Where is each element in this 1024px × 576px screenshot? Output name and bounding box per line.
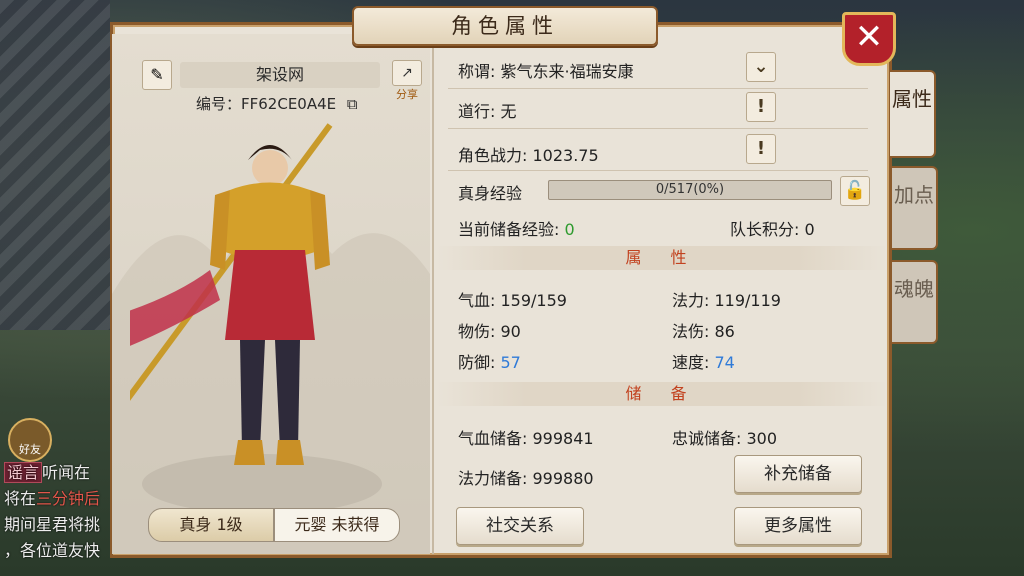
character-id: 编号：FF62CE0A4E (196, 95, 337, 113)
exclamation-icon: ! (756, 138, 766, 159)
divider (448, 128, 868, 129)
tab-label: 魂魄 (894, 277, 934, 301)
character-model (130, 123, 333, 465)
share-button[interactable]: ↗ 分享 (392, 60, 422, 101)
social-relations-button[interactable]: 社交关系 (456, 507, 584, 545)
phys-value: 90 (500, 322, 521, 341)
divider (448, 170, 868, 171)
unlock-icon: 🔓 (843, 180, 867, 201)
magic-value: 86 (714, 322, 735, 341)
pencil-icon: ✎ (150, 65, 164, 84)
loyalty-reserve-value: 300 (746, 429, 778, 448)
xp-progress-bar: 0/517(0%) (548, 180, 832, 200)
tab-label: 真身 1级 (179, 515, 243, 534)
mp-label: 法力: (672, 291, 710, 310)
daoxing-info-button[interactable]: ! (746, 92, 776, 122)
chat-line: ，各位道友快 (4, 541, 101, 560)
captain-label: 队长积分: (730, 220, 800, 239)
phys-row: 物伤: 90 (458, 318, 521, 342)
title-value: 紫气东来·福瑞安康 (500, 62, 634, 81)
reserves-section-title: 储 备 (436, 382, 888, 406)
def-label: 防御: (458, 353, 496, 372)
more-attributes-button[interactable]: 更多属性 (734, 507, 862, 545)
hp-reserve-label: 气血储备: (458, 429, 528, 448)
tab-label: 元婴 未获得 (294, 515, 380, 534)
stored-xp-row: 当前储备经验: 0 (458, 216, 575, 240)
hp-row: 气血: 159/159 (458, 287, 567, 311)
chat-line: 听闻在 (42, 463, 91, 482)
exclamation-icon: ! (756, 96, 766, 117)
window-title: 角色属性 (352, 6, 658, 46)
close-button[interactable]: ✕ (842, 12, 896, 66)
speed-row: 速度: 74 (672, 349, 735, 373)
hp-reserve-row: 气血储备: 999841 (458, 425, 594, 449)
edit-name-button[interactable]: ✎ (142, 60, 172, 90)
magic-row: 法伤: 86 (672, 318, 735, 342)
tab-label: 属性 (892, 87, 932, 111)
tab-soul[interactable]: 魂魄 (892, 260, 938, 344)
character-name: 架设网 (180, 62, 380, 88)
panel-divider (432, 34, 434, 554)
friend-label: 好友 (19, 443, 41, 456)
chat-line: 将在 (4, 489, 37, 508)
title-dropdown-button[interactable]: ⌄ (746, 52, 776, 82)
stored-xp-value: 0 (564, 220, 575, 239)
chat-tag: 谣言 (4, 462, 43, 483)
copy-icon[interactable]: ⧉ (347, 95, 358, 113)
hp-value: 159/159 (500, 291, 567, 310)
refill-reserves-button[interactable]: 补充储备 (734, 455, 862, 493)
share-label: 分享 (396, 88, 418, 101)
tab-yuanying[interactable]: 元婴 未获得 (274, 508, 400, 542)
tab-points[interactable]: 加点 (892, 166, 938, 250)
power-info-button[interactable]: ! (746, 134, 776, 164)
loyalty-reserve-label: 忠诚储备: (672, 429, 742, 448)
share-icon: ↗ (392, 60, 422, 86)
mp-reserve-label: 法力储备: (458, 469, 528, 488)
divider (448, 88, 868, 89)
xp-lock-button[interactable]: 🔓 (840, 176, 870, 206)
xp-label: 真身经验 (458, 184, 523, 203)
tab-label: 加点 (894, 183, 934, 207)
tab-attributes[interactable]: 属性 (890, 70, 936, 158)
def-row: 防御: 57 (458, 349, 521, 373)
def-value: 57 (500, 353, 521, 372)
daoxing-label: 道行: (458, 102, 496, 121)
daoxing-value: 无 (500, 102, 517, 121)
power-row: 角色战力: 1023.75 (458, 142, 599, 166)
title-label: 称谓: (458, 62, 496, 81)
mp-reserve-value: 999880 (532, 469, 594, 488)
xp-progress-text: 0/517(0%) (655, 182, 725, 197)
power-value: 1023.75 (532, 146, 599, 165)
captain-value: 0 (804, 220, 815, 239)
attributes-section-title: 属 性 (436, 246, 888, 270)
speed-label: 速度: (672, 353, 710, 372)
form-tabs: 真身 1级 元婴 未获得 (148, 508, 408, 542)
magic-label: 法伤: (672, 322, 710, 341)
roof-tiles (0, 0, 110, 330)
chevron-down-icon: ⌄ (753, 56, 769, 77)
hp-reserve-value: 999841 (532, 429, 594, 448)
daoxing-row: 道行: 无 (458, 98, 517, 122)
chat-line: 三分钟后 (36, 489, 101, 508)
chat-line: 期间星君将挑 (4, 515, 101, 534)
power-label: 角色战力: (458, 146, 528, 165)
chat-overlay: 谣言 听闻在 将在三分钟后 期间星君将挑 ，各位道友快 (4, 460, 114, 564)
tab-true-body[interactable]: 真身 1级 (148, 508, 274, 542)
phys-label: 物伤: (458, 322, 496, 341)
character-id-row: 编号：FF62CE0A4E ⧉ (196, 93, 358, 114)
friend-button[interactable]: 好友 (8, 418, 52, 462)
mp-value: 119/119 (714, 291, 781, 310)
speed-value: 74 (714, 353, 735, 372)
hp-label: 气血: (458, 291, 496, 310)
mp-row: 法力: 119/119 (672, 287, 781, 311)
stored-xp-label: 当前储备经验: (458, 220, 560, 239)
title-row: 称谓: 紫气东来·福瑞安康 (458, 58, 634, 82)
captain-row: 队长积分: 0 (730, 216, 815, 240)
loyalty-reserve-row: 忠诚储备: 300 (672, 425, 777, 449)
mp-reserve-row: 法力储备: 999880 (458, 465, 594, 489)
close-icon: ✕ (854, 17, 884, 57)
